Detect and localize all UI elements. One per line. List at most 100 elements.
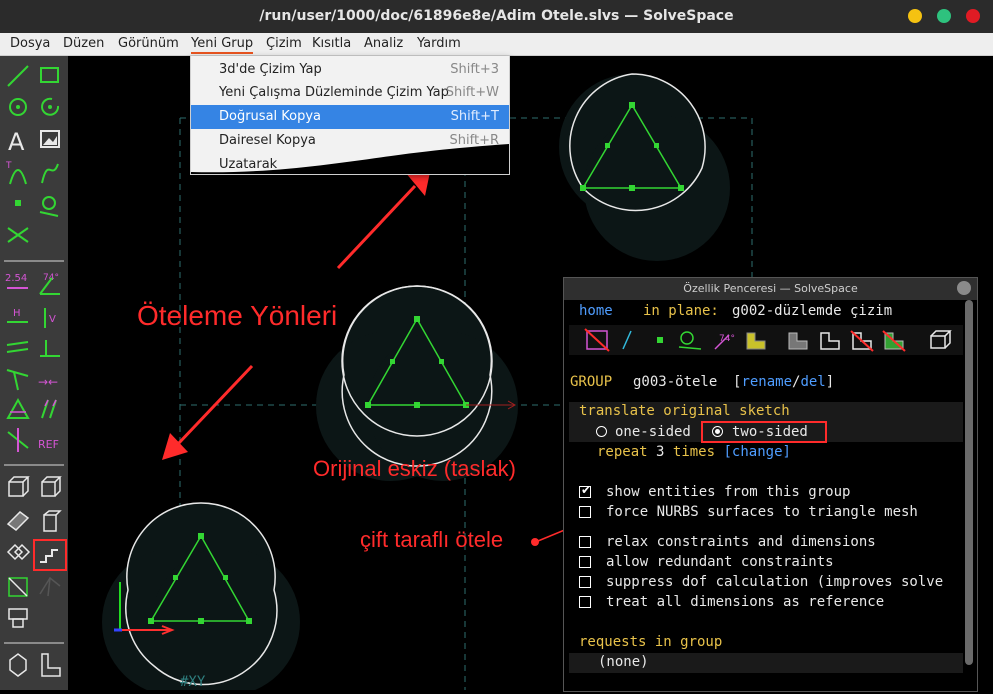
menu-help[interactable]: Yardım <box>417 36 461 51</box>
force-nurbs-checkbox[interactable] <box>579 506 591 518</box>
original-sketch[interactable] <box>316 285 518 481</box>
property-scrollbar[interactable] <box>965 300 973 665</box>
arc-icon[interactable] <box>41 97 60 116</box>
construction-icon[interactable] <box>39 196 59 217</box>
menu-sketch[interactable]: Çizim <box>266 36 302 51</box>
translated-copy-lower[interactable] <box>102 502 300 690</box>
normals-toggle-icon[interactable] <box>622 330 632 350</box>
vertical-constraint-icon[interactable]: V <box>44 308 56 328</box>
menu-item-new-workplane-sketch[interactable]: Yeni Çalışma Düzleminde Çizim Yap Shift+… <box>191 81 509 105</box>
show-entities-checkbox[interactable]: ✔ <box>579 483 591 498</box>
minimize-button[interactable] <box>908 9 922 23</box>
svg-text:2.54: 2.54 <box>5 273 27 284</box>
construction-toggle-icon[interactable] <box>678 331 702 350</box>
edges-toggle-icon[interactable] <box>820 332 840 350</box>
workplane-icon[interactable] <box>8 577 28 597</box>
spline-icon[interactable] <box>41 163 59 184</box>
window-title: /run/user/1000/doc/61896e8e/Adim Otele.s… <box>259 8 734 24</box>
text-icon[interactable]: A <box>8 128 25 156</box>
svg-text:V: V <box>49 314 56 325</box>
mesh-toggle-icon[interactable] <box>882 330 906 352</box>
menu-torn-edge <box>191 144 509 174</box>
menu-item-3d-sketch[interactable]: 3d'de Çizim Yap Shift+3 <box>191 58 509 82</box>
assemble-icon[interactable] <box>8 608 28 628</box>
workplane-label: #XY <box>180 674 206 690</box>
two-sided-label[interactable]: two-sided <box>732 424 808 440</box>
menu-analyze[interactable]: Analiz <box>364 36 403 51</box>
shaded-toggle-icon[interactable] <box>788 332 808 350</box>
circle-icon[interactable] <box>9 98 27 116</box>
other-supplementary-icon[interactable] <box>7 428 29 452</box>
step-translate-icon[interactable] <box>33 539 67 571</box>
sweep-icon[interactable] <box>6 511 30 531</box>
faces-toggle-icon[interactable] <box>746 332 766 350</box>
svg-text:T: T <box>5 161 12 171</box>
one-sided-label[interactable]: one-sided <box>615 424 691 440</box>
revolve-icon[interactable] <box>43 510 62 532</box>
points-toggle-icon[interactable] <box>657 337 663 343</box>
workplane-3d-icon[interactable] <box>8 476 30 497</box>
reference-icon[interactable]: REF <box>38 438 59 451</box>
tool-palette: A T 2.54 74° H V →← REF <box>0 56 68 690</box>
sheet-icon[interactable] <box>41 653 61 677</box>
extrude-icon[interactable] <box>41 476 62 497</box>
menu-edit[interactable]: Düzen <box>63 36 104 51</box>
same-orientation-icon[interactable] <box>41 399 57 419</box>
close-button[interactable] <box>966 9 980 23</box>
repeat-row: repeat 3 times [change] <box>597 444 791 460</box>
rotate-icon[interactable] <box>39 576 61 597</box>
menu-file[interactable]: Dosya <box>10 36 50 51</box>
menu-item-step-translate[interactable]: Doğrusal Kopya Shift+T <box>191 105 509 129</box>
dimensions-reference-checkbox[interactable] <box>579 596 591 608</box>
perpendicular-constraint-icon[interactable] <box>40 340 60 357</box>
requests-heading: requests in group <box>579 634 723 650</box>
dimensions-reference-label: treat all dimensions as reference <box>606 594 885 610</box>
allow-redundant-checkbox[interactable] <box>579 556 591 568</box>
outlines-toggle-icon[interactable] <box>850 330 874 352</box>
svg-text:REF: REF <box>38 438 59 451</box>
horizontal-constraint-icon[interactable]: H <box>7 308 28 323</box>
rename-link[interactable]: rename <box>741 374 792 390</box>
workplane-toggle-icon[interactable] <box>584 328 610 352</box>
property-close-button[interactable] <box>957 281 971 295</box>
delete-link[interactable]: del <box>800 374 825 390</box>
svg-text:H: H <box>13 308 21 319</box>
constraints-toggle-icon[interactable]: 74° <box>714 334 735 350</box>
change-repeat-link[interactable]: change <box>732 444 783 460</box>
maximize-button[interactable] <box>937 9 951 23</box>
relax-constraints-checkbox[interactable] <box>579 536 591 548</box>
menu-view[interactable]: Görünüm <box>118 36 179 51</box>
point-icon[interactable] <box>15 200 21 206</box>
angle-constraint-icon[interactable]: 74° <box>39 273 60 295</box>
new-group-menu: 3d'de Çizim Yap Shift+3 Yeni Çalışma Düz… <box>190 56 510 175</box>
symmetric-icon[interactable]: →← <box>38 375 58 389</box>
in-plane-value: g002-düzlemde çizim <box>732 303 893 319</box>
show-entities-label: show entities from this group <box>606 484 851 500</box>
menu-new-group[interactable]: Yeni Grup <box>191 36 254 54</box>
point-on-line-icon[interactable] <box>6 369 29 391</box>
line-icon[interactable] <box>7 65 29 87</box>
suppress-dof-checkbox[interactable] <box>579 576 591 588</box>
force-nurbs-label: force NURBS surfaces to triangle mesh <box>606 504 918 520</box>
menu-constrain[interactable]: Kısıtla <box>312 36 351 51</box>
in-plane-label: in plane: <box>643 303 719 319</box>
repeat-count: 3 <box>656 444 665 460</box>
one-sided-radio[interactable] <box>596 426 607 437</box>
rectangle-icon[interactable] <box>40 67 59 83</box>
equal-constraint-icon[interactable] <box>6 397 30 419</box>
tangent-arc-icon[interactable]: T <box>5 161 27 185</box>
parallel-constraint-icon[interactable] <box>6 341 29 353</box>
home-link[interactable]: home <box>579 303 613 319</box>
property-toolbar: 74° <box>569 325 963 355</box>
image-icon[interactable] <box>40 130 60 148</box>
distance-constraint-icon[interactable]: 2.54 <box>5 273 28 289</box>
hidden-lines-toggle-icon[interactable] <box>930 330 952 349</box>
assembly-icon[interactable] <box>9 653 27 677</box>
title-bar: /run/user/1000/doc/61896e8e/Adim Otele.s… <box>0 0 993 33</box>
annotation-directions: Öteleme Yönleri <box>137 300 338 331</box>
split-icon[interactable] <box>7 227 29 243</box>
translated-copy-upper[interactable] <box>559 73 730 261</box>
group-actions: [rename/del] <box>733 374 835 390</box>
step-rotate-icon[interactable] <box>6 543 31 561</box>
two-sided-radio[interactable] <box>712 426 723 437</box>
